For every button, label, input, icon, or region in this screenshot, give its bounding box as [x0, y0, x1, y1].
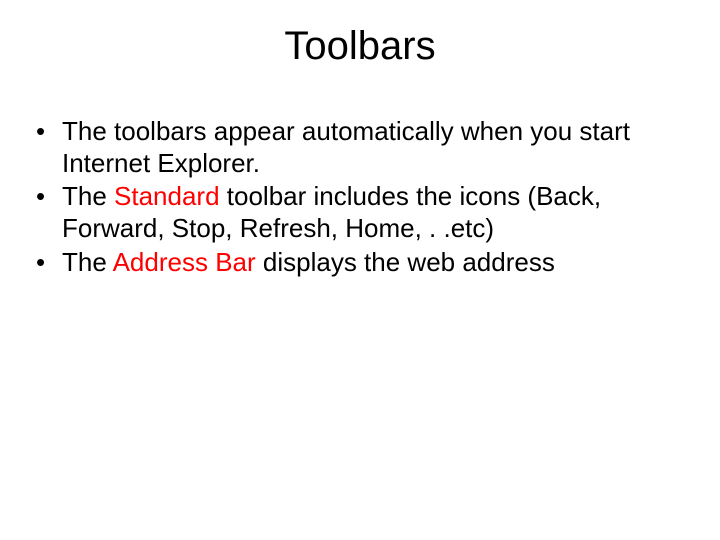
accent-text: Address Bar	[113, 247, 256, 277]
bullet-item: • The toolbars appear automatically when…	[34, 116, 660, 179]
bullet-text: The toolbars appear automatically when y…	[62, 116, 660, 179]
text-run: The toolbars appear automatically when y…	[62, 116, 630, 178]
text-run: The	[62, 181, 114, 211]
bullet-text: The Standard toolbar includes the icons …	[62, 181, 660, 244]
bullet-item: • The Address Bar displays the web addre…	[34, 247, 660, 279]
slide-title: Toolbars	[0, 24, 720, 69]
text-run: displays the web address	[256, 247, 555, 277]
text-run: The	[62, 247, 113, 277]
bullet-text: The Address Bar displays the web address	[62, 247, 660, 279]
bullet-item: • The Standard toolbar includes the icon…	[34, 181, 660, 244]
slide-body: • The toolbars appear automatically when…	[34, 116, 660, 281]
bullet-dot: •	[34, 181, 62, 244]
bullet-dot: •	[34, 247, 62, 279]
bullet-dot: •	[34, 116, 62, 179]
accent-text: Standard	[114, 181, 220, 211]
slide: Toolbars • The toolbars appear automatic…	[0, 0, 720, 540]
